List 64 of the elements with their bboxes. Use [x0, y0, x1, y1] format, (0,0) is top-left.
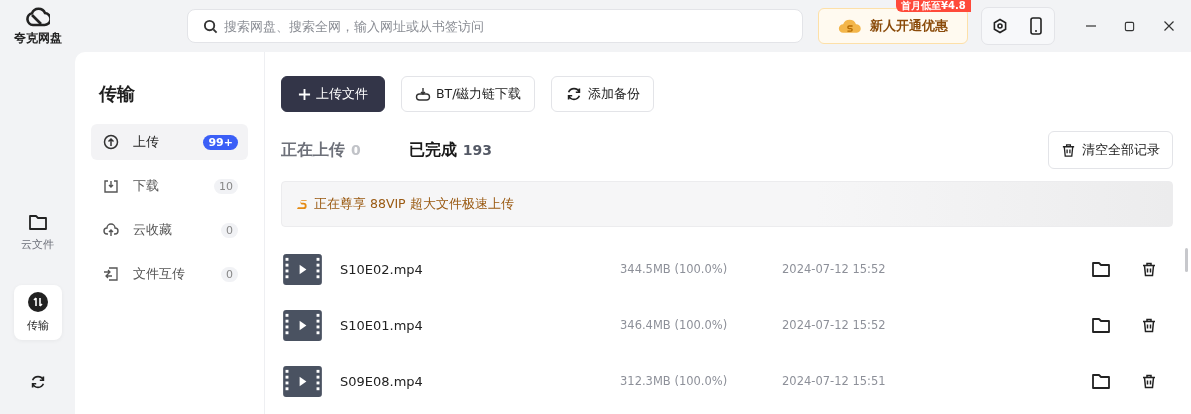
- folder-icon: [1091, 372, 1111, 390]
- trash-icon: [1061, 142, 1076, 158]
- folder-icon: [1091, 260, 1111, 278]
- file-row[interactable]: S10E01.mp4 346.4MB (100.0%) 2024-07-12 15:52: [281, 297, 1173, 353]
- magnet-download-icon: [415, 86, 431, 102]
- count-badge: 0: [221, 222, 238, 238]
- file-name: S10E02.mp4: [340, 261, 424, 277]
- file-time: 2024-07-12 15:52: [782, 262, 887, 276]
- nav-item[interactable]: 文件互传 0: [91, 256, 248, 292]
- settings-icon: [992, 18, 1008, 34]
- folder-icon: [27, 213, 48, 231]
- panel-title: 传输: [99, 82, 136, 106]
- upload-icon: [103, 134, 119, 150]
- trash-icon: [1141, 260, 1157, 278]
- nav-item[interactable]: 上传 99+: [91, 124, 248, 160]
- nav-label: 云收藏: [133, 221, 173, 239]
- search-icon: [203, 19, 218, 34]
- nav-item[interactable]: 下载 10: [91, 168, 248, 204]
- file-transfer-icon: [103, 266, 119, 282]
- vip-s-icon: [297, 197, 308, 211]
- plus-icon: [298, 87, 311, 101]
- promo-badge: 首月低至¥4.8: [896, 0, 971, 12]
- video-file-icon: [283, 253, 322, 285]
- trash-icon: [1141, 316, 1157, 334]
- phone-icon: [1030, 17, 1042, 35]
- toolbar-button[interactable]: 添加备份: [551, 76, 655, 112]
- file-name: S09E08.mp4: [340, 373, 424, 389]
- coin-cloud-icon: [838, 18, 862, 34]
- tab[interactable]: 已完成 193: [408, 139, 492, 161]
- folder-icon: [1091, 316, 1111, 334]
- tab[interactable]: 正在上传 0: [281, 139, 361, 161]
- file-time: 2024-07-12 15:52: [782, 318, 887, 332]
- file-name: S10E01.mp4: [340, 317, 424, 333]
- download-icon: [103, 178, 119, 194]
- count-badge: 0: [221, 266, 238, 282]
- cloud-upload-icon: [103, 222, 119, 238]
- file-row[interactable]: S09E08.mp4 312.3MB (100.0%) 2024-07-12 15:51: [281, 353, 1173, 409]
- search-field[interactable]: 搜索网盘、搜索全网，输入网址或从书签访问: [187, 9, 803, 43]
- transfer-icon: [27, 292, 48, 312]
- vip-banner-text: 正在尊享 88VIP 超大文件极速上传: [314, 195, 514, 213]
- file-size: 346.4MB (100.0%): [620, 318, 729, 332]
- count-badge: 10: [214, 178, 238, 194]
- file-size: 312.3MB (100.0%): [620, 374, 729, 388]
- nav-label: 文件互传: [133, 265, 186, 283]
- file-time: 2024-07-12 15:51: [782, 374, 887, 388]
- toolbar-button[interactable]: 上传文件: [281, 76, 385, 112]
- toolbar-button[interactable]: BT/磁力链下载: [401, 76, 536, 112]
- clear-records-button[interactable]: 清空全部记录: [1048, 131, 1173, 169]
- scrollbar[interactable]: [1185, 248, 1188, 272]
- video-file-icon: [283, 365, 322, 397]
- app-name: 夸克网盘: [13, 30, 62, 47]
- rail-item[interactable]: 云文件: [13, 206, 62, 259]
- file-row[interactable]: S10E02.mp4 344.5MB (100.0%) 2024-07-12 15:52: [281, 241, 1173, 297]
- nav-label: 上传: [133, 133, 160, 151]
- video-file-icon: [283, 309, 322, 341]
- close-icon: [1162, 20, 1175, 32]
- trash-icon: [1141, 372, 1157, 390]
- maximize-icon: [1124, 20, 1135, 32]
- cloud-logo-icon: [25, 5, 50, 27]
- count-badge: 99+: [203, 134, 238, 150]
- file-size: 344.5MB (100.0%): [620, 262, 729, 276]
- rail-item[interactable]: 传输: [13, 285, 62, 340]
- nav-item[interactable]: 云收藏 0: [91, 212, 248, 248]
- nav-label: 下载: [133, 177, 160, 195]
